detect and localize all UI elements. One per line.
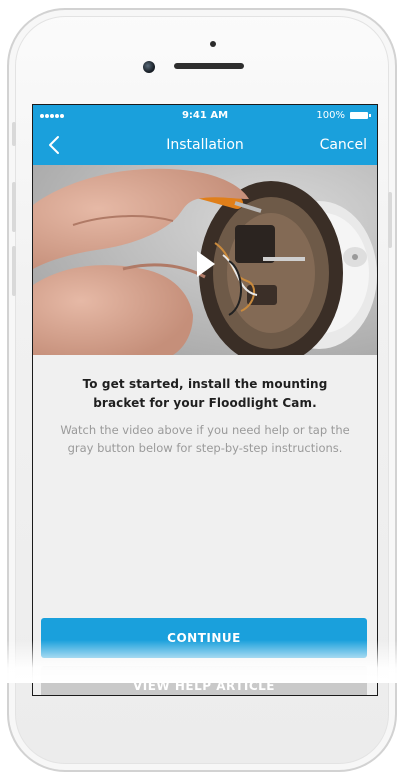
play-icon[interactable] [195,249,217,279]
front-camera [143,61,155,73]
mute-switch [12,122,16,146]
installation-video[interactable] [33,165,377,355]
volume-up-button [12,182,16,232]
instructions-block: To get started, install the mounting bra… [33,375,377,457]
app-screen: 9:41 AM 100% Installation Cancel To get … [32,104,378,696]
instruction-heading: To get started, install the mounting bra… [82,377,328,410]
power-button [388,192,392,248]
proximity-sensor [210,41,216,47]
volume-down-button [12,246,16,296]
earpiece-speaker [174,63,244,69]
cancel-button[interactable]: Cancel [320,137,367,153]
bottom-fade-overlay [0,640,398,683]
instruction-body: Watch the video above if you need help o… [60,423,350,455]
status-bar: 9:41 AM 100% [33,105,377,127]
battery-icon [350,112,371,119]
nav-bar: Installation Cancel [33,127,377,165]
battery-percent: 100% [316,110,345,121]
